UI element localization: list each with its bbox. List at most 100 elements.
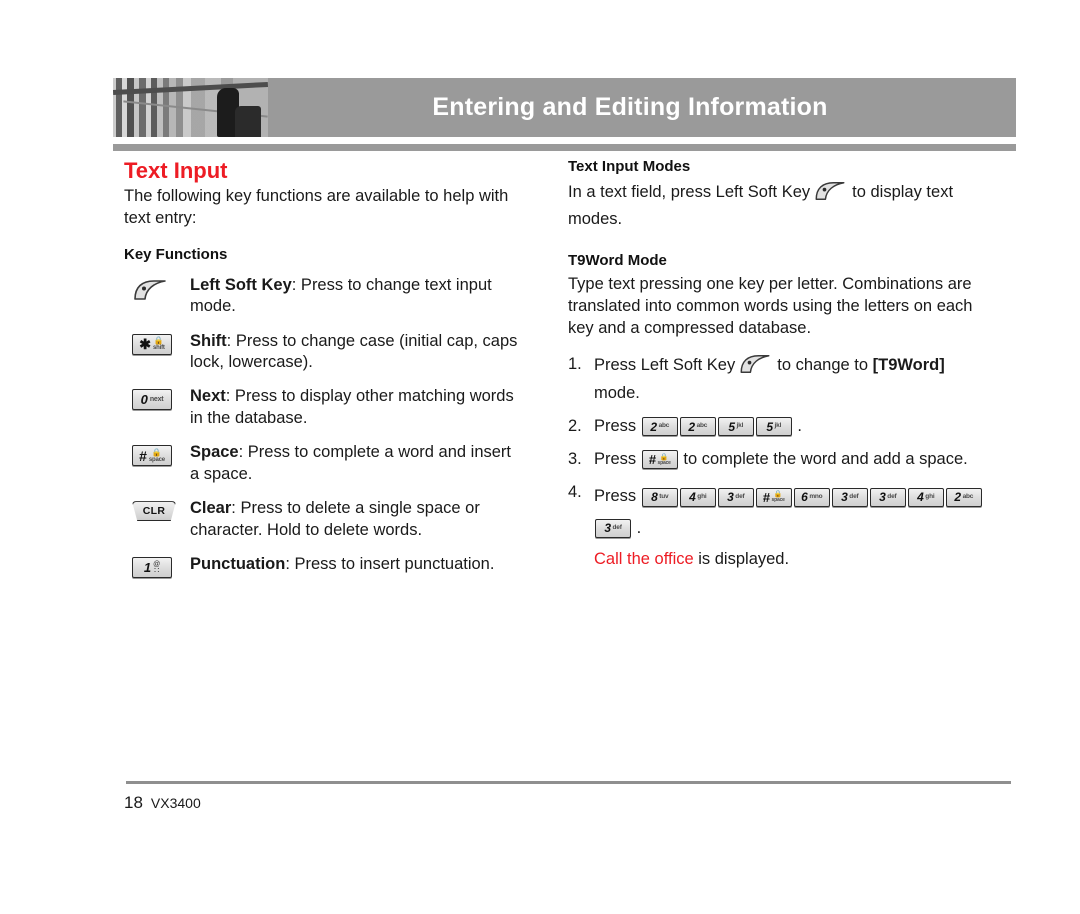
- zero-key-digit: 0: [140, 392, 148, 408]
- step-number: 4.: [568, 483, 582, 502]
- step1-text-before-icon: Press Left Soft Key: [594, 356, 736, 375]
- key-function-desc-text: : Press to complete a word and insert a …: [190, 443, 512, 483]
- key-function-description: Left Soft Key: Press to change text inpu…: [190, 275, 524, 318]
- key-digit: 2: [650, 419, 658, 434]
- key-digit: 3: [604, 521, 612, 536]
- step-item: 4. Press 8 tuv 4 ghi 3 def # 🔒 space 6 mno 3 def 3 def…: [568, 481, 988, 575]
- keypad-key-3def: 3 def: [717, 487, 754, 507]
- t9word-mode-paragraph: Type text pressing one key per letter. C…: [568, 275, 973, 337]
- page-footer: 18 VX3400: [124, 793, 201, 813]
- key-letters: ghi: [925, 492, 935, 500]
- page-title: Entering and Editing Information: [432, 93, 828, 121]
- key-letters: abc: [658, 422, 670, 430]
- key-function-desc-text: : Press to insert punctuation.: [285, 555, 495, 574]
- key-digit: 3: [841, 490, 848, 505]
- key-icon-cell: CLR: [124, 498, 190, 522]
- key-function-description: Space: Press to complete a word and inse…: [190, 442, 524, 485]
- lock-icon: 🔒: [153, 336, 164, 346]
- key-function-row: Left Soft Key: Press to change text inpu…: [124, 275, 524, 318]
- left-soft-key-icon: [132, 278, 168, 307]
- text-input-modes-paragraph: In a text field, press Left Soft Key to d…: [568, 180, 988, 231]
- one-key-digit: 1: [143, 560, 152, 576]
- key-digit: 3: [879, 490, 886, 505]
- left-soft-key-icon: [813, 180, 847, 209]
- keypad-key-3def: 3 def: [869, 487, 906, 507]
- keypad-key-4ghi: 4 ghi: [907, 487, 944, 507]
- left-soft-key-icon: [738, 353, 772, 381]
- heading-t9word-mode: T9Word Mode: [568, 252, 667, 270]
- footer-divider-rule: [126, 781, 1011, 784]
- keypad-key-2abc: 2 abc: [945, 487, 982, 507]
- step1-tail: mode.: [594, 383, 640, 402]
- step1-text-after-icon: to change to: [777, 356, 873, 375]
- pound-space-key-icon: # 🔒 space: [132, 445, 172, 467]
- step3-tail: to complete the word and add a space.: [683, 450, 968, 469]
- result-word-red: Call the office: [594, 550, 694, 569]
- lock-icon: 🔒: [151, 447, 162, 457]
- key-icon-cell: [124, 275, 190, 307]
- star-key-sub-stack: 🔒 shift: [153, 336, 165, 352]
- clear-key-label: CLR: [142, 505, 166, 518]
- one-punctuation-key-icon: 1 @ ∷: [132, 557, 172, 579]
- key-letters: jkl: [774, 422, 782, 430]
- key-function-term: Space: [190, 443, 239, 462]
- key-icon-cell: ✱ 🔒 shift: [124, 331, 190, 355]
- key-digit: 5: [766, 419, 774, 434]
- key-function-row: CLR Clear: Press to delete a single spac…: [124, 498, 524, 541]
- step-text: Press Left Soft Key to change to [T9Word]…: [594, 353, 988, 404]
- step-text: Press 8 tuv 4 ghi 3 def # 🔒 space 6 mno 3 def 3 def 4 gh…: [594, 481, 988, 575]
- keypad-key-3def: 3 def: [831, 487, 868, 507]
- keypad-key-2abc: 2 abc: [641, 417, 678, 436]
- key-digit: 6: [801, 490, 808, 505]
- clear-key-icon: CLR: [132, 501, 176, 522]
- key-letters: mno: [809, 492, 823, 500]
- key-symbol: #: [762, 489, 771, 505]
- key-digit: 3: [727, 490, 734, 505]
- step-text: Press # 🔒 space to complete the word and a…: [594, 448, 988, 470]
- step4-tail: .: [636, 518, 642, 537]
- heading-text-input-modes: Text Input Modes: [568, 158, 691, 175]
- key-digit: 4: [689, 490, 696, 505]
- pound-key-symbol: #: [139, 447, 147, 464]
- page-header-banner: Entering and Editing Information: [113, 78, 1016, 137]
- key-letters: abc: [962, 492, 974, 500]
- key-function-term: Left Soft Key: [190, 275, 292, 294]
- step1-mode-bracket-label: [T9Word]: [872, 356, 945, 375]
- text-input-intro: The following key functions are availabl…: [124, 187, 509, 228]
- step-number: 1.: [568, 355, 582, 374]
- key-icon-cell: # 🔒 space: [124, 442, 190, 467]
- text-before-softkey: In a text field, press Left Soft Key: [568, 182, 811, 201]
- step4-text: Press: [594, 487, 637, 506]
- step-number: 3.: [568, 450, 582, 469]
- key-function-row: 1 @ ∷ Punctuation: Press to insert punct…: [124, 554, 524, 579]
- star-key-sublabel: shift: [153, 345, 165, 352]
- key-letters: ghi: [697, 492, 707, 500]
- key-digit: 5: [728, 419, 736, 434]
- photo-person-bag: [235, 106, 261, 137]
- key-letters: def: [849, 492, 859, 500]
- step-text: Press 2 abc 2 abc 5 jkl 5 jkl .: [594, 415, 988, 437]
- key-letters: def: [612, 524, 622, 532]
- keypad-key-pound-space: # 🔒 space: [641, 450, 678, 470]
- step2-text: Press: [594, 416, 637, 435]
- key-icon-cell: 0 next: [124, 386, 190, 411]
- footer-model-name: VX3400: [150, 795, 201, 811]
- keypad-key-8tuv: 8 tuv: [641, 487, 678, 507]
- zero-next-key-icon: 0 next: [132, 389, 172, 411]
- key-symbol: #: [648, 452, 657, 468]
- keypad-key-3def: 3 def: [595, 518, 631, 538]
- result-rest-text: is displayed.: [693, 550, 790, 569]
- punctuation-glyph: @ ∷: [153, 561, 160, 575]
- step3-text: Press: [594, 450, 637, 469]
- keypad-key-2abc: 2 abc: [679, 417, 716, 436]
- key-letters: space: [657, 459, 671, 466]
- keypad-key-5jkl: 5 jkl: [717, 417, 754, 436]
- key-letters: def: [887, 492, 897, 500]
- key-function-desc-text: : Press to change case (initial cap, cap…: [190, 331, 518, 371]
- key-function-row: # 🔒 space Space: Press to complete a wor…: [124, 442, 524, 485]
- key-digit: 4: [917, 490, 924, 505]
- key-sub-stack: 🔒 space: [772, 491, 785, 503]
- keypad-key-4ghi: 4 ghi: [679, 487, 716, 507]
- subheading-key-functions: Key Functions: [124, 245, 228, 263]
- key-letters: jkl: [736, 422, 744, 430]
